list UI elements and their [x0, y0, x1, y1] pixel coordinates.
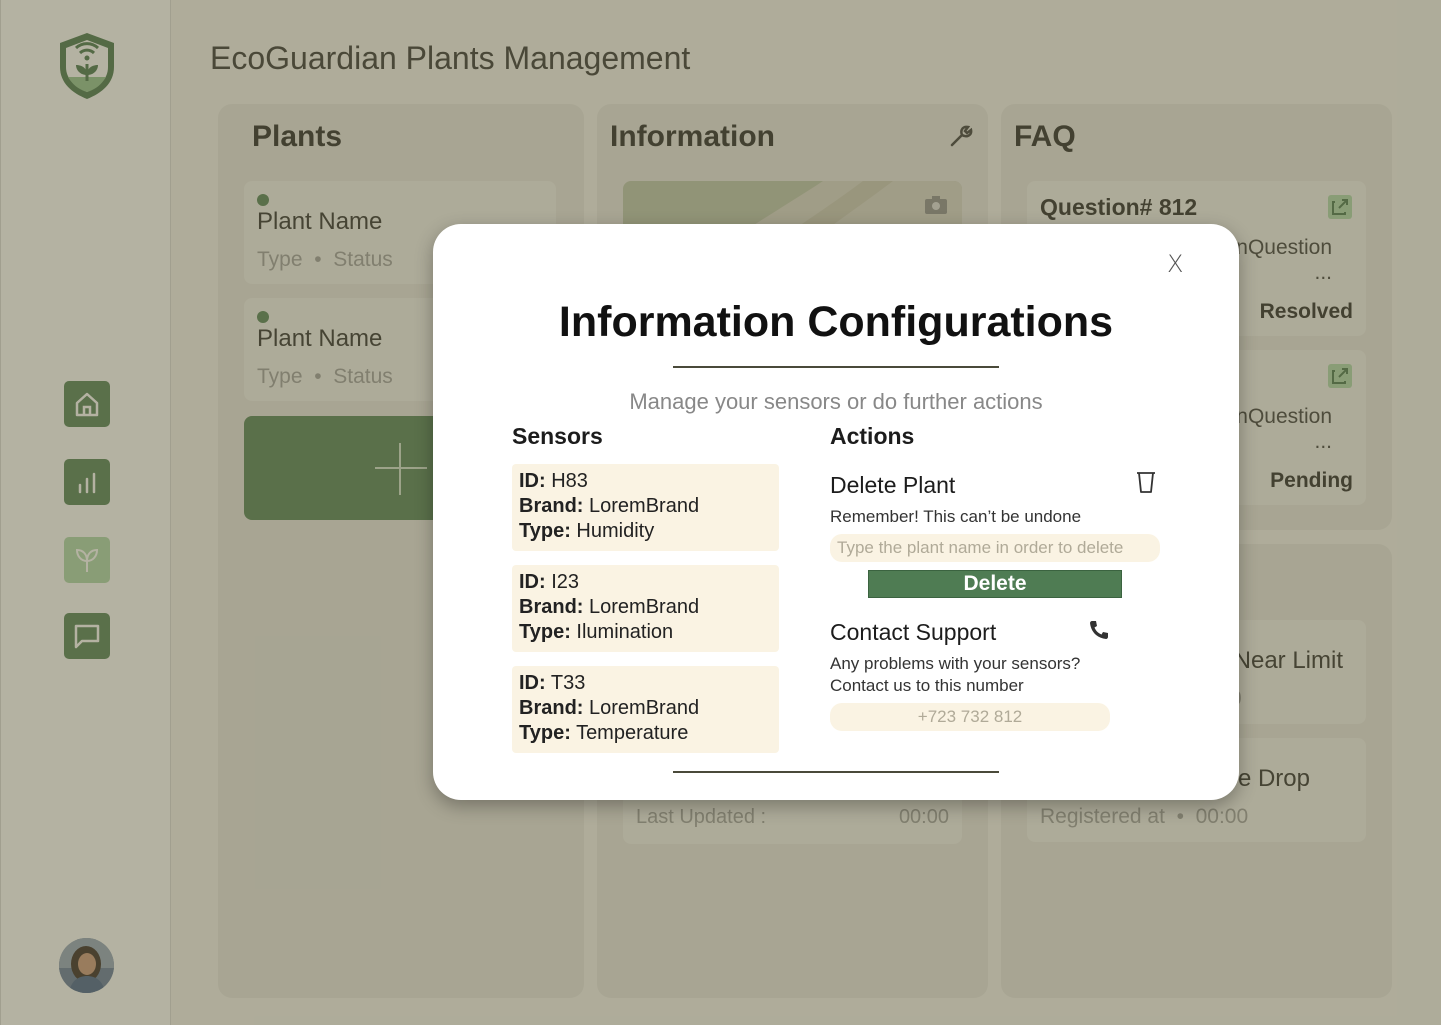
delete-warning: Remember! This can’t be undone — [830, 507, 1082, 526]
sensor-card[interactable]: ID: I23 Brand: LoremBrand Type: Iluminat… — [512, 565, 779, 652]
support-text-line2: Contact us to this number — [830, 676, 1024, 695]
sensor-brand: LoremBrand — [589, 697, 700, 719]
actions-heading: Actions — [830, 423, 915, 449]
contact-support-title: Contact Support — [830, 619, 997, 645]
sensor-brand: LoremBrand — [589, 596, 700, 618]
title-divider — [673, 366, 999, 368]
sensor-type: Humidity — [576, 520, 655, 542]
sensor-id: H83 — [551, 470, 588, 492]
sensors-heading: Sensors — [512, 423, 603, 449]
bottom-divider — [673, 771, 999, 773]
modal-subtitle: Manage your sensors or do further action… — [629, 389, 1043, 414]
support-text-line1: Any problems with your sensors? — [830, 654, 1081, 673]
trash-icon[interactable] — [1135, 470, 1157, 494]
delete-plant-title: Delete Plant — [830, 472, 956, 498]
delete-confirm-input[interactable]: Type the plant name in order to delete — [830, 534, 1160, 562]
phone-icon[interactable] — [1087, 618, 1111, 642]
close-button[interactable]: X — [1167, 250, 1183, 278]
sensor-type: Temperature — [576, 722, 689, 744]
sensor-type: Ilumination — [576, 621, 674, 643]
sensor-id: I23 — [551, 571, 580, 593]
sensor-card[interactable]: ID: H83 Brand: LoremBrand Type: Humidity — [512, 464, 779, 551]
sensor-card[interactable]: ID: T33 Brand: LoremBrand Type: Temperat… — [512, 666, 779, 753]
delete-button[interactable]: Delete — [868, 570, 1122, 598]
sensor-brand: LoremBrand — [589, 495, 700, 517]
modal-title: Information Configurations — [558, 298, 1114, 346]
support-phone-number[interactable]: +723 732 812 — [830, 703, 1110, 731]
information-configurations-modal: X Information Configurations Manage your… — [433, 224, 1239, 800]
sensor-id: T33 — [550, 672, 586, 694]
